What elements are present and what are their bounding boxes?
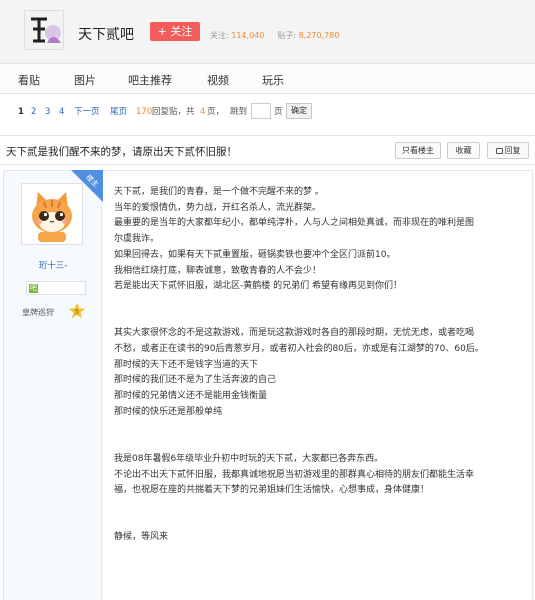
jump-label: 跳到 bbox=[230, 107, 248, 117]
post-content: 天下贰，是我们的青春，是一个做不完醒不来的梦 。 当年的爱恨情仇，势力战，开红名… bbox=[114, 185, 524, 546]
post-line: 最重要的是当年的大家都年纪小，都单纯淳朴，人与人之间相处真诚，而非现在的唯利是图 bbox=[114, 218, 475, 229]
post-line: 当年的爱恨情仇，势力战，开红名杀人，流光群架。 bbox=[114, 202, 322, 213]
post-line: 那时候的兄弟情义还不是能用金钱衡量 bbox=[114, 391, 268, 402]
post-line: 静候，等风来 bbox=[114, 532, 169, 543]
page-current: 1 bbox=[18, 107, 24, 117]
page-jump-input[interactable] bbox=[251, 103, 271, 119]
next-page-link[interactable]: 下一页 bbox=[74, 105, 100, 119]
post-line bbox=[114, 436, 524, 452]
thread-title: 天下贰是我们醒不来的梦，请原出天下贰怀旧服！ bbox=[6, 146, 237, 158]
reply-button[interactable]: 回复 bbox=[487, 142, 529, 159]
author-badge: 皇牌巡狩 5 bbox=[22, 302, 92, 320]
post-line: 那时候的天下还不是钱字当道的天下 bbox=[114, 359, 259, 370]
svg-text:5: 5 bbox=[75, 309, 79, 316]
post-line: 其实大家很怀念的不是这款游戏，而是玩这款游戏时各自的那段时期，无忧无虑，或者吃喝 bbox=[114, 328, 475, 339]
nav-tab-pictures[interactable]: 图片 bbox=[74, 72, 96, 88]
forum-nav: 看贴 图片 吧主推荐 视频 玩乐 bbox=[0, 64, 535, 94]
forum-stats: 关注: 114,040 贴子: 8,270,780 bbox=[210, 30, 339, 41]
reply-button-label: 回复 bbox=[504, 146, 521, 155]
post-line: 不论出不出天下贰怀旧服，我都真诚地祝愿当初游戏里的那群真心相待的朋友们都能生活幸 bbox=[114, 469, 475, 480]
posts-label: 贴子: bbox=[277, 31, 297, 40]
follow-button[interactable]: + 关注 bbox=[150, 22, 200, 41]
nav-tab-posts[interactable]: 看贴 bbox=[18, 72, 40, 88]
post-line bbox=[114, 515, 524, 531]
posts-count: 8,270,780 bbox=[298, 31, 340, 40]
thread-title-bar: 天下贰是我们醒不来的梦，请原出天下贰怀旧服！ 只看楼主 收藏 回复 bbox=[0, 135, 535, 165]
level-icon: 吧 bbox=[29, 284, 38, 293]
followers-count: 114,040 bbox=[231, 31, 265, 40]
reply-icon bbox=[495, 148, 503, 154]
post-line: 如果回得去，如果有天下贰重置版，砸锅卖铁也要冲个全区门派前10。 bbox=[114, 249, 396, 260]
reply-label: 回复贴，共 bbox=[152, 107, 195, 117]
only-op-button[interactable]: 只看楼主 bbox=[395, 142, 441, 159]
author-level: 吧 bbox=[26, 281, 86, 295]
badge-star-icon: 5 bbox=[68, 302, 86, 319]
post-line: 我相信红烧打底，聊表诚意，致敬青春的人不会少！ bbox=[114, 265, 322, 276]
page-unit-label: 页 bbox=[274, 107, 283, 117]
post-line: 尔虞我诈。 bbox=[114, 234, 160, 245]
nav-tab-recommended[interactable]: 吧主推荐 bbox=[128, 72, 172, 88]
post-line bbox=[114, 311, 524, 327]
post-line bbox=[114, 421, 524, 437]
page-count: 4 bbox=[200, 107, 206, 117]
page-link-2[interactable]: 2 bbox=[31, 105, 36, 119]
post-line: 福，也祝愿在座的共揣着天下梦的兄弟姐妹们生活愉快，心想事成，身体健康！ bbox=[114, 485, 430, 496]
post-line bbox=[114, 499, 524, 515]
forum-header: 天下贰吧 + 关注 关注: 114,040 贴子: 8,270,780 bbox=[0, 0, 535, 64]
post: 楼主 珩十三- 吧 皇牌巡狩 5 天下贰，是我们的青春，是一个做不完醒不来的梦 … bbox=[3, 170, 533, 600]
page-label: 页， bbox=[207, 107, 225, 117]
forum-logo[interactable] bbox=[24, 10, 64, 50]
post-line: 若是能出天下贰怀旧服，湖北区-黄鹤楼 的兄弟们 希望有缘再见到你们！ bbox=[114, 281, 402, 292]
post-line: 那时候的我们还不是为了生活奔波的自己 bbox=[114, 375, 277, 386]
page-jump-confirm-button[interactable]: 确定 bbox=[286, 103, 312, 119]
followers-label: 关注: bbox=[210, 31, 229, 40]
nav-tab-fun[interactable]: 玩乐 bbox=[262, 72, 284, 88]
post-line: 天下贰，是我们的青春，是一个做不完醒不来的梦 。 bbox=[114, 187, 324, 197]
author-sidebar: 楼主 珩十三- 吧 皇牌巡狩 5 bbox=[4, 170, 103, 600]
last-page-link[interactable]: 尾页 bbox=[110, 105, 127, 119]
reply-count: 170 bbox=[136, 107, 153, 117]
badge-title: 皇牌巡狩 bbox=[22, 308, 54, 317]
op-corner-badge: 楼主 bbox=[71, 170, 103, 202]
nav-tab-videos[interactable]: 视频 bbox=[207, 72, 229, 88]
forum-name[interactable]: 天下贰吧 bbox=[78, 24, 134, 44]
page-link-4[interactable]: 4 bbox=[59, 105, 64, 119]
post-line: 我是08年暑假6年级毕业升初中时玩的天下贰，大家都已各奔东西。 bbox=[114, 453, 384, 464]
page-link-3[interactable]: 3 bbox=[45, 105, 50, 119]
post-line bbox=[114, 295, 524, 311]
post-line: 那时候的快乐还是那般单纯 bbox=[114, 406, 223, 417]
author-username[interactable]: 珩十三- bbox=[4, 259, 102, 271]
post-line: 不愁，或者正在读书的90后青葱岁月，或者初入社会的80后，亦或是有江湖梦的70、… bbox=[114, 344, 484, 355]
favorite-button[interactable]: 收藏 bbox=[447, 142, 480, 159]
